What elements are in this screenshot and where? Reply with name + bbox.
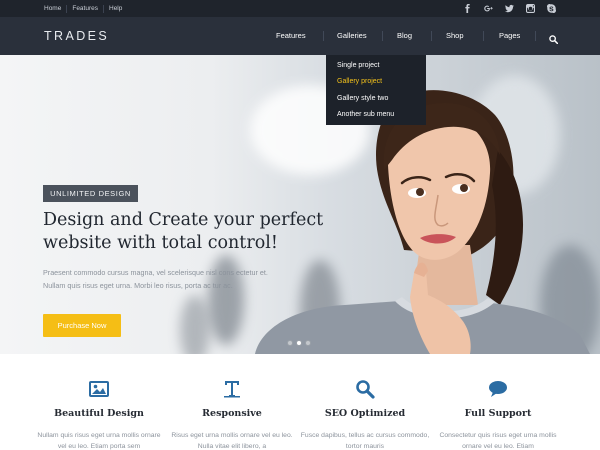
social-links — [463, 0, 556, 17]
search-icon — [355, 379, 375, 399]
nav-divider — [483, 31, 484, 41]
dropdown-item-gallery-style-two[interactable]: Gallery style two — [326, 91, 426, 107]
features-section: Beautiful Design Nullam quis risus eget … — [0, 354, 600, 450]
hero-description: Praesent commodo cursus magna, vel scele… — [43, 267, 313, 292]
search-icon[interactable] — [549, 31, 559, 45]
galleries-dropdown-menu: Single project Gallery project Gallery s… — [326, 55, 426, 125]
feature-text: Fusce dapibus, tellus ac cursus commodo,… — [300, 432, 430, 450]
hero-title-line: Design and Create your perfect — [43, 210, 324, 230]
feature-title: Beautiful Design — [54, 408, 144, 419]
hero-image — [255, 90, 590, 354]
dropdown-item-gallery-project[interactable]: Gallery project — [326, 74, 426, 90]
nav-item-shop[interactable]: Shop — [446, 31, 464, 40]
top-links: Home Features Help — [44, 0, 127, 17]
hero-description-line: Nullam quis risus eget urna. Morbi leo r… — [43, 280, 233, 290]
facebook-icon[interactable] — [463, 4, 472, 13]
slider-pagination — [287, 340, 311, 346]
feature-title: Responsive — [202, 408, 262, 419]
hero-title-line: website with total control! — [43, 233, 278, 253]
dropdown-item-another-sub-menu[interactable]: Another sub menu — [326, 107, 426, 123]
feature-title: SEO Optimized — [324, 408, 406, 419]
top-link-help[interactable]: Help — [104, 5, 127, 13]
nav-divider — [535, 31, 536, 41]
nav-item-pages[interactable]: Pages — [499, 31, 520, 40]
skype-icon[interactable] — [547, 4, 556, 13]
slider-dot[interactable] — [287, 340, 293, 346]
hero-slider: UNLIMITED DESIGN Design and Create your … — [0, 55, 600, 354]
purchase-now-button[interactable]: Purchase Now — [43, 314, 121, 337]
nav-item-features[interactable]: Features — [276, 31, 306, 40]
twitter-icon[interactable] — [505, 4, 514, 13]
dropdown-item-single-project[interactable]: Single project — [326, 58, 426, 74]
image-icon — [89, 379, 109, 399]
feature-text: Nullam quis risus eget urna mollis ornar… — [37, 432, 161, 450]
nav-divider — [431, 31, 432, 41]
top-link-home[interactable]: Home — [44, 4, 68, 13]
nav-divider — [323, 31, 324, 41]
feature-text: Consectetur quis risus eget urna mollis … — [439, 432, 557, 450]
hero-title: Design and Create your perfect website w… — [43, 209, 333, 255]
nav-item-galleries[interactable]: Galleries — [337, 31, 367, 40]
slider-dot[interactable] — [305, 340, 311, 346]
top-link-features[interactable]: Features — [67, 4, 104, 13]
instagram-icon[interactable] — [526, 4, 535, 13]
nav-divider — [382, 31, 383, 41]
feature-title: Full Support — [464, 408, 532, 419]
site-logo[interactable]: TRADES — [44, 29, 109, 43]
feature-text: Risus eget urna mollis ornare vel eu leo… — [171, 432, 293, 450]
top-bar: Home Features Help — [0, 0, 600, 17]
hero-description-line: Praesent commodo cursus magna, vel scele… — [43, 268, 268, 277]
google-plus-icon[interactable] — [484, 4, 493, 13]
hero-badge: UNLIMITED DESIGN — [43, 185, 138, 202]
main-nav-bar: TRADES Features Galleries Blog Shop Page… — [0, 17, 600, 55]
slider-dot-active[interactable] — [296, 340, 302, 346]
chat-icon — [488, 379, 508, 399]
typography-icon — [222, 379, 242, 399]
nav-item-blog[interactable]: Blog — [397, 31, 412, 40]
